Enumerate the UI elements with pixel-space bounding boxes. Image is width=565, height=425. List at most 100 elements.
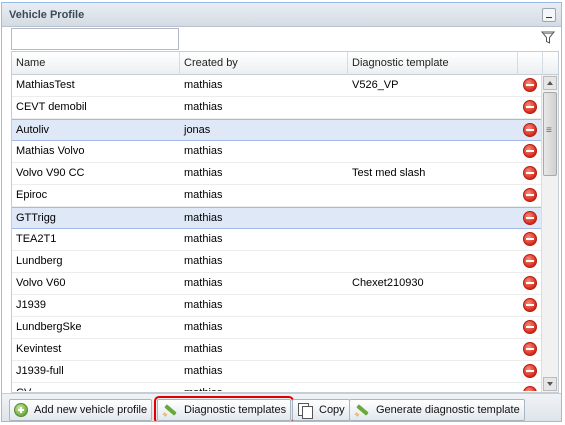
table-row[interactable]: Epiroc mathias [12, 185, 558, 207]
cell-name: Volvo V60 [16, 277, 66, 289]
cell-created-by: mathias [184, 321, 223, 333]
pencil-icon [354, 402, 370, 418]
add-vehicle-profile-button[interactable]: Add new vehicle profile [9, 399, 153, 421]
delete-icon[interactable] [523, 276, 537, 290]
delete-icon[interactable] [523, 342, 537, 356]
cell-actions [518, 317, 543, 338]
table-row[interactable]: Volvo V60 mathias Chexet210930 [12, 273, 558, 295]
cell-diagnostic-template: V526_VP [352, 79, 399, 91]
scroll-down-icon[interactable] [543, 377, 557, 391]
cell-diagnostic-template [348, 208, 518, 229]
delete-icon[interactable] [523, 166, 537, 180]
cell-created-by: mathias [184, 299, 223, 311]
cell-name: Autoliv [16, 124, 50, 136]
delete-icon[interactable] [523, 144, 537, 158]
generate-diagnostic-template-button[interactable]: Generate diagnostic template [349, 399, 525, 421]
add-icon [14, 403, 28, 417]
vertical-scrollbar[interactable] [541, 75, 558, 392]
copy-button[interactable]: Copy [292, 399, 350, 421]
cell-actions [518, 273, 543, 294]
name-filter-input[interactable] [11, 28, 179, 50]
cell-name: Kevintest [16, 343, 62, 355]
cell-diagnostic-template [348, 361, 518, 382]
cell-created-by: mathias [184, 79, 223, 91]
delete-icon[interactable] [523, 320, 537, 334]
cell-diagnostic-template [348, 185, 518, 206]
cell-name: MathiasTest [16, 79, 75, 91]
panel-title: Vehicle Profile [9, 9, 85, 21]
cell-diagnostic-template [348, 251, 518, 272]
cell-name: GTTrigg [16, 212, 56, 224]
cell-diagnostic-template [348, 339, 518, 360]
cell-name: TEA2T1 [16, 233, 57, 245]
cell-diagnostic-template [348, 120, 518, 141]
cell-actions [518, 97, 543, 118]
cell-actions [518, 383, 543, 391]
table-row[interactable]: Autoliv jonas [12, 119, 558, 141]
diagnostic-templates-button[interactable]: Diagnostic templates [153, 396, 295, 421]
scroll-up-icon[interactable] [543, 76, 557, 90]
table-row[interactable]: CEVT demobil mathias [12, 97, 558, 119]
delete-icon[interactable] [523, 254, 537, 268]
grid-header: Name Created by Diagnostic template [12, 52, 558, 75]
cell-created-by: mathias [184, 255, 223, 267]
cell-created-by: mathias [184, 167, 223, 179]
table-row[interactable]: J1939-full mathias [12, 361, 558, 383]
table-row[interactable]: J1939 mathias [12, 295, 558, 317]
delete-icon[interactable] [523, 232, 537, 246]
cell-created-by: mathias [184, 145, 223, 157]
collapse-icon[interactable] [542, 8, 556, 22]
column-header-diagnostic-template[interactable]: Diagnostic template [348, 52, 518, 75]
table-row[interactable]: GTTrigg mathias [12, 207, 558, 229]
delete-icon[interactable] [523, 123, 537, 137]
cell-created-by: mathias [184, 101, 223, 113]
cell-actions [518, 229, 543, 250]
cell-name: Mathias Volvo [16, 145, 85, 157]
filter-row [2, 27, 561, 51]
cell-actions [518, 75, 543, 96]
cell-created-by: mathias [184, 212, 223, 224]
cell-created-by: mathias [184, 277, 223, 289]
delete-icon[interactable] [523, 386, 537, 391]
cell-name: CEVT demobil [16, 101, 87, 113]
filter-icon[interactable] [541, 31, 555, 45]
delete-icon[interactable] [523, 298, 537, 312]
cell-actions [518, 185, 543, 206]
table-row[interactable]: Mathias Volvo mathias [12, 141, 558, 163]
table-row[interactable]: Lundberg mathias [12, 251, 558, 273]
delete-icon[interactable] [523, 100, 537, 114]
cell-diagnostic-template: Test med slash [352, 167, 426, 179]
bottom-toolbar: Add new vehicle profile Diagnostic templ… [2, 393, 561, 421]
vehicle-profile-panel: Vehicle Profile Name Created by Diagnost… [1, 2, 562, 422]
table-row[interactable]: CVmathias [12, 383, 558, 391]
table-row[interactable]: LundbergSke mathias [12, 317, 558, 339]
pencil-icon [162, 402, 178, 418]
delete-icon[interactable] [523, 211, 537, 225]
cell-created-by: jonas [184, 124, 211, 136]
copy-button-label: Copy [319, 404, 345, 416]
cell-actions [518, 361, 543, 382]
cell-name: LundbergSke [16, 321, 82, 333]
cell-name: Epiroc [16, 189, 48, 201]
cell-actions [518, 163, 543, 184]
cell-created-by: mathias [184, 343, 223, 355]
cell-name: J1939 [16, 299, 46, 311]
column-header-name[interactable]: Name [12, 52, 180, 75]
cell-name: Volvo V90 CC [16, 167, 85, 179]
table-row[interactable]: TEA2T1 mathias [12, 229, 558, 251]
cell-actions [518, 120, 543, 140]
table-row[interactable]: Volvo V90 CC mathias Test med slash [12, 163, 558, 185]
delete-icon[interactable] [523, 364, 537, 378]
column-header-actions [518, 52, 543, 75]
cell-created-by: mathias [184, 365, 223, 377]
cell-diagnostic-template [348, 383, 518, 391]
cell-actions [518, 295, 543, 316]
copy-icon [297, 402, 313, 419]
table-row[interactable]: MathiasTest mathias V526_VP [12, 75, 558, 97]
delete-icon[interactable] [523, 78, 537, 92]
column-header-created-by[interactable]: Created by [180, 52, 348, 75]
cell-name: J1939-full [16, 365, 64, 377]
scroll-thumb[interactable] [543, 92, 557, 176]
table-row[interactable]: Kevintest mathias [12, 339, 558, 361]
delete-icon[interactable] [523, 188, 537, 202]
